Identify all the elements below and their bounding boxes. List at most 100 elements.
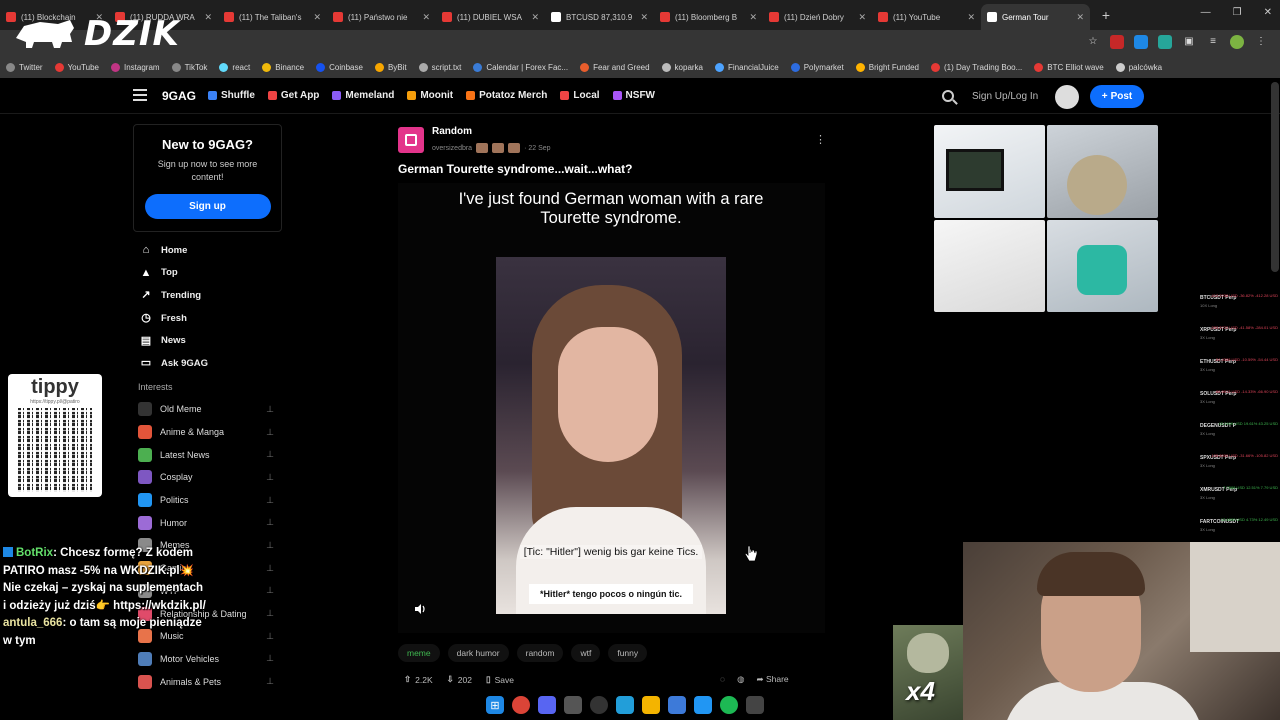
post-tag[interactable]: wtf (571, 644, 601, 662)
bookmark-item[interactable]: YouTube (54, 62, 99, 72)
bookmark-item[interactable]: Twitter (6, 62, 43, 72)
interest-item[interactable]: Anime & Manga ⊥ (138, 421, 274, 444)
save-button[interactable]: ▯ Save (486, 674, 514, 685)
maximize-icon[interactable]: ❐ (1233, 7, 1242, 18)
sidebar-item[interactable]: ▲ Top (140, 262, 208, 285)
bookmark-item[interactable]: react (219, 62, 250, 72)
share-button[interactable]: ➦ Share (756, 674, 788, 685)
ad-tile[interactable] (1047, 219, 1158, 312)
telegram-icon[interactable] (616, 696, 634, 714)
sidebar-item[interactable]: ▭ Ask 9GAG (140, 352, 208, 375)
browser-tab[interactable]: (11) YouTube ✕ (872, 4, 981, 30)
kebab-icon[interactable]: ⋮ (1254, 35, 1268, 49)
pin-icon[interactable]: ⊥ (266, 631, 274, 642)
post-tag[interactable]: random (516, 644, 564, 662)
header-nav-item[interactable]: Local (560, 90, 600, 101)
volume-icon[interactable] (414, 603, 426, 615)
sidebar-item[interactable]: ⌂ Home (140, 239, 208, 262)
bookmark-item[interactable]: palcówka (1115, 62, 1162, 72)
bookmark-item[interactable]: Binance (262, 62, 304, 72)
interest-item[interactable]: Cosplay ⊥ (138, 466, 274, 489)
bookmark-item[interactable]: script.txt (418, 62, 461, 72)
interest-item[interactable]: Motor Vehicles ⊥ (138, 648, 274, 671)
header-nav-item[interactable]: Shuffle (208, 90, 255, 101)
browser-tab[interactable]: German Tour ✕ (981, 4, 1090, 30)
signup-button[interactable]: Sign up (144, 194, 271, 219)
obs-icon[interactable] (590, 696, 608, 714)
post-section[interactable]: Random (432, 126, 472, 137)
minimize-icon[interactable]: — (1201, 7, 1211, 18)
close-icon[interactable]: ✕ (204, 12, 212, 23)
bookmark-item[interactable]: TikTok (171, 62, 207, 72)
close-icon[interactable]: ✕ (967, 12, 975, 23)
header-nav-item[interactable]: Memeland (332, 90, 394, 101)
bookmark-item[interactable]: Polymarket (790, 62, 844, 72)
pin-icon[interactable]: ⊥ (266, 653, 274, 664)
ad-tile[interactable] (1047, 125, 1158, 218)
star-icon[interactable]: ☆ (1086, 35, 1100, 49)
header-nav-item[interactable]: Moonit (407, 90, 453, 101)
post-tag[interactable]: meme (398, 644, 440, 662)
sidebar-item[interactable]: ▤ News (140, 329, 208, 352)
pin-icon[interactable]: ⊥ (266, 449, 274, 460)
browser-tab[interactable]: (11) Państwo nie ✕ (327, 4, 436, 30)
pin-icon[interactable]: ⊥ (266, 495, 274, 506)
browser-tab[interactable]: (11) Bloomberg B ✕ (654, 4, 763, 30)
bookmark-item[interactable]: Fear and Greed (580, 62, 650, 72)
bookmark-item[interactable]: BTC Elliot wave (1034, 62, 1104, 72)
close-icon[interactable]: ✕ (640, 12, 648, 23)
signup-login-link[interactable]: Sign Up/Log In (972, 91, 1038, 102)
close-icon[interactable]: ✕ (422, 12, 430, 23)
bookmark-item[interactable]: FinancialJuice (715, 62, 779, 72)
more-options-icon[interactable]: ⋮ (815, 133, 826, 146)
extension-icon[interactable] (1134, 35, 1148, 49)
ad-tile[interactable] (934, 219, 1045, 312)
pin-icon[interactable]: ⊥ (266, 404, 274, 415)
address-bar[interactable]: ☆ ▣ ≡ ⋮ (0, 30, 1280, 56)
close-window-icon[interactable]: ✕ (1264, 7, 1272, 18)
discord-icon[interactable] (538, 696, 556, 714)
pin-icon[interactable]: ⊥ (266, 472, 274, 483)
header-nav-item[interactable]: Potatoz Merch (466, 90, 547, 101)
cursor-app-icon[interactable] (668, 696, 686, 714)
video-frame[interactable] (496, 257, 726, 614)
scrollbar[interactable] (1271, 82, 1279, 272)
close-icon[interactable]: ✕ (858, 12, 866, 23)
post-tag[interactable]: dark humor (447, 644, 509, 662)
chrome-icon[interactable] (512, 696, 530, 714)
puzzle-icon[interactable]: ▣ (1182, 35, 1196, 49)
post-author[interactable]: oversizedbra (432, 145, 472, 152)
upvote-button[interactable]: ⇧ 2.2K (404, 674, 433, 685)
close-icon[interactable]: ✕ (1076, 12, 1084, 23)
header-nav-item[interactable]: NSFW (612, 90, 655, 101)
downvote-button[interactable]: ⇩ 202 (447, 674, 472, 685)
interest-item[interactable]: Latest News ⊥ (138, 443, 274, 466)
vscode-icon[interactable] (694, 696, 712, 714)
sidebar-item[interactable]: ↗ Trending (140, 284, 208, 307)
pin-icon[interactable]: ⊥ (266, 585, 274, 596)
ad-tile[interactable] (934, 125, 1045, 218)
section-icon[interactable] (398, 127, 424, 153)
app-icon[interactable] (564, 696, 582, 714)
browser-tab[interactable]: (11) Dzień Dobry ✕ (763, 4, 872, 30)
bookmark-item[interactable]: koparka (661, 62, 703, 72)
bookmark-item[interactable]: Instagram (111, 62, 160, 72)
windows-start-icon[interactable]: ⊞ (486, 696, 504, 714)
post-tag[interactable]: funny (608, 644, 648, 662)
interest-item[interactable]: Old Meme ⊥ (138, 398, 274, 421)
spotify-icon[interactable] (720, 696, 738, 714)
pin-icon[interactable]: ⊥ (266, 563, 274, 574)
close-icon[interactable]: ✕ (749, 12, 757, 23)
close-icon[interactable]: ✕ (531, 12, 539, 23)
search-icon[interactable] (942, 90, 954, 102)
new-tab-button[interactable]: + (1094, 7, 1118, 23)
bookmark-item[interactable]: ByBit (374, 62, 407, 72)
interest-item[interactable]: Animals & Pets ⊥ (138, 670, 274, 693)
pin-icon[interactable]: ⊥ (266, 427, 274, 438)
browser-tab[interactable]: (11) DUBIEL WSA ✕ (436, 4, 545, 30)
app-icon[interactable] (746, 696, 764, 714)
profile-icon[interactable] (1230, 35, 1244, 49)
post-button[interactable]: + Post (1090, 85, 1144, 108)
avatar[interactable] (1055, 85, 1079, 109)
messenger-icon[interactable]: ◍ (737, 674, 744, 685)
